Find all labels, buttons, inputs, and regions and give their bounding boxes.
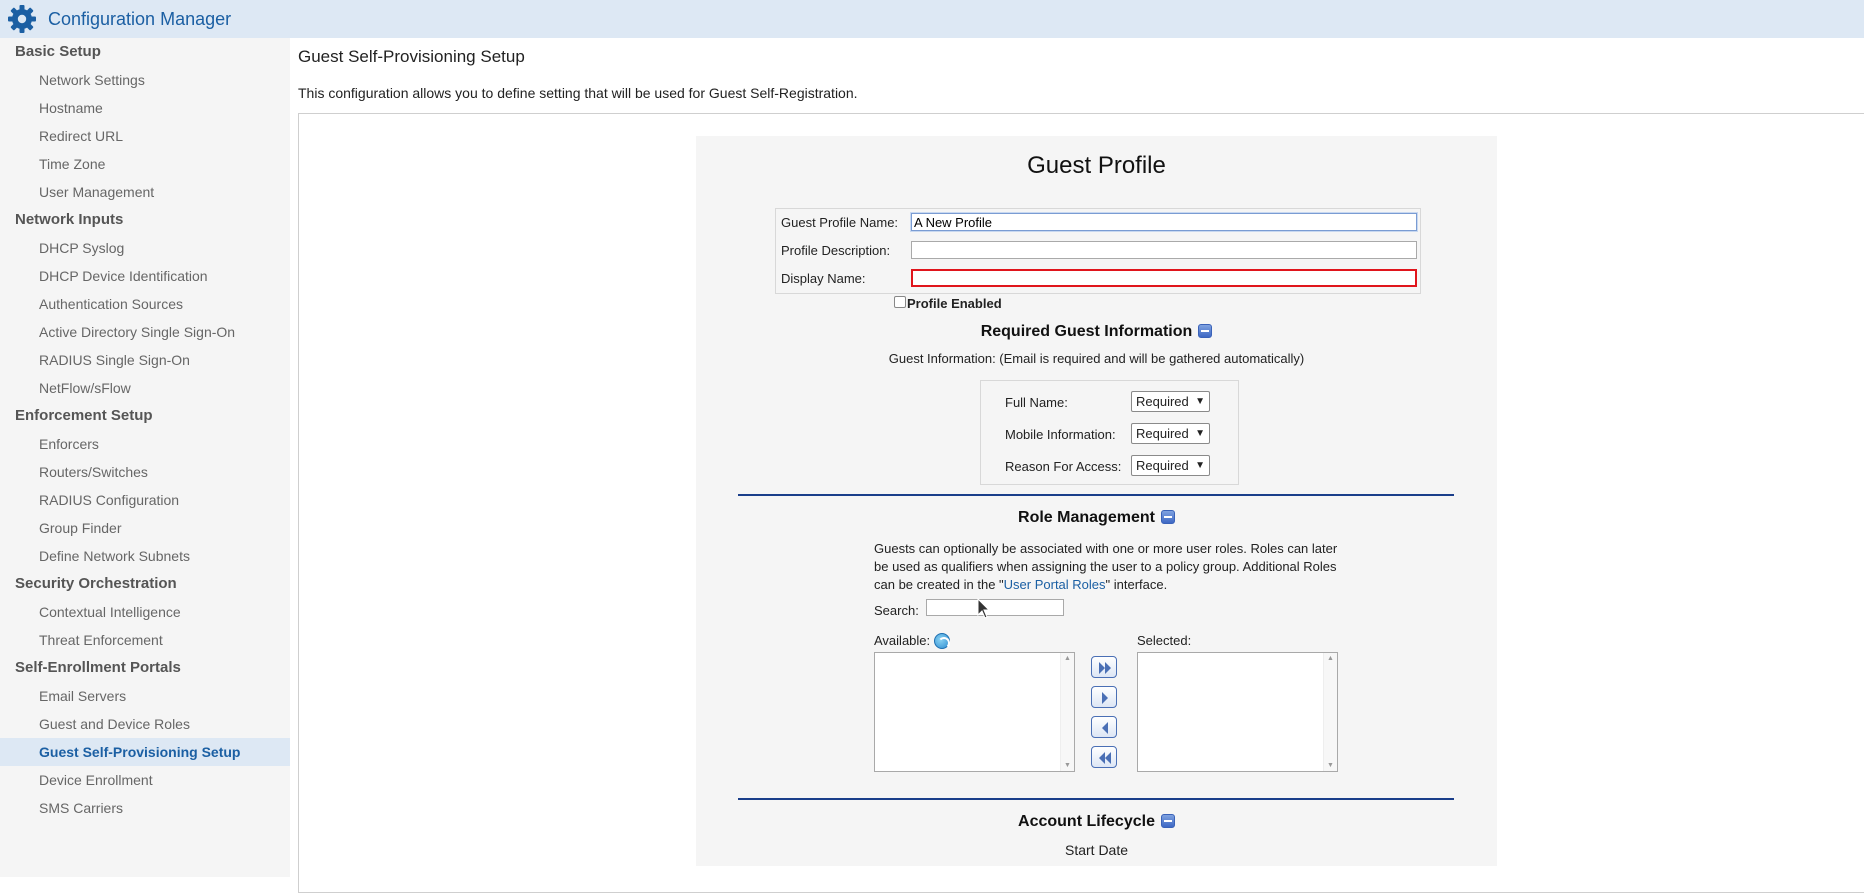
refresh-icon[interactable] <box>934 632 951 649</box>
role-search-input[interactable] <box>926 599 1064 616</box>
collapse-account-lifecycle-icon[interactable] <box>1160 813 1175 828</box>
profile-enabled-label: Profile Enabled <box>907 296 1002 311</box>
sidebar-item-email-servers[interactable]: Email Servers <box>0 682 290 710</box>
sidebar-item-network-settings[interactable]: Network Settings <box>0 66 290 94</box>
available-roles-list[interactable]: ▲ ▼ <box>874 652 1075 772</box>
guest-info-fields: Full Name: Required ▼ Mobile Information:… <box>980 380 1239 485</box>
account-lifecycle-heading: Account Lifecycle <box>696 813 1497 831</box>
mobile-information-label: Mobile Information: <box>1005 427 1116 442</box>
guest-info-heading-text: Required Guest Information <box>980 323 1193 340</box>
scrollbar[interactable]: ▲ ▼ <box>1060 653 1074 771</box>
chevron-down-icon: ▼ <box>1195 460 1205 471</box>
reason-for-access-select[interactable]: Required ▼ <box>1131 455 1210 476</box>
scroll-up-icon[interactable]: ▲ <box>1064 655 1071 662</box>
mouse-cursor-icon <box>977 598 991 619</box>
profile-enabled-checkbox[interactable] <box>894 295 906 308</box>
collapse-guest-info-icon[interactable] <box>1198 323 1213 338</box>
sidebar-item-device-enrollment[interactable]: Device Enrollment <box>0 766 290 794</box>
arrow-right-icon <box>1102 692 1108 704</box>
sidebar-item-guest-self-provisioning-setup[interactable]: Guest Self-Provisioning Setup <box>0 738 290 766</box>
sidebar-item-dhcp-syslog[interactable]: DHCP Syslog <box>0 234 290 262</box>
available-roles-label: Available: <box>874 632 951 650</box>
sidebar-item-enforcers[interactable]: Enforcers <box>0 430 290 458</box>
app-title: Configuration Manager <box>48 8 232 29</box>
full-name-select[interactable]: Required ▼ <box>1131 391 1210 412</box>
selected-roles-list[interactable]: ▲ ▼ <box>1137 652 1338 772</box>
sidebar-section-enforcement-setup: Enforcement Setup <box>15 407 153 424</box>
double-arrow-left-icon <box>1099 752 1111 764</box>
display-name-label: Display Name: <box>781 271 866 286</box>
move-right-button[interactable] <box>1091 686 1117 708</box>
reason-for-access-select-value: Required <box>1136 458 1189 473</box>
user-portal-roles-link[interactable]: User Portal Roles <box>1004 577 1106 592</box>
sidebar-item-radius-single-sign-on[interactable]: RADIUS Single Sign-On <box>0 346 290 374</box>
role-search-label: Search: <box>874 603 919 618</box>
sidebar-item-netflow-sflow[interactable]: NetFlow/sFlow <box>0 374 290 402</box>
sidebar-item-dhcp-device-identification[interactable]: DHCP Device Identification <box>0 262 290 290</box>
header-bar: Configuration Manager <box>0 0 1864 38</box>
profile-description-input[interactable] <box>911 241 1417 259</box>
scroll-down-icon[interactable]: ▼ <box>1327 762 1334 769</box>
sidebar-section-basic-setup: Basic Setup <box>15 43 101 60</box>
available-roles-label-text: Available: <box>874 633 931 648</box>
chevron-down-icon: ▼ <box>1195 428 1205 439</box>
scroll-up-icon[interactable]: ▲ <box>1327 655 1334 662</box>
guest-info-heading: Required Guest Information <box>696 323 1497 341</box>
guest-profile-panel: Guest Profile Guest Profile Name: Profil… <box>696 136 1497 866</box>
sidebar-item-threat-enforcement[interactable]: Threat Enforcement <box>0 626 290 654</box>
double-arrow-right-icon <box>1099 662 1111 674</box>
selected-roles-label: Selected: <box>1137 633 1192 648</box>
move-all-right-button[interactable] <box>1091 656 1117 678</box>
sidebar-item-define-network-subnets[interactable]: Define Network Subnets <box>0 542 290 570</box>
mobile-information-select[interactable]: Required ▼ <box>1131 423 1210 444</box>
sidebar-item-hostname[interactable]: Hostname <box>0 94 290 122</box>
role-management-description: Guests can optionally be associated with… <box>874 540 1344 594</box>
sidebar-section-network-inputs: Network Inputs <box>15 211 124 228</box>
sidebar-item-guest-and-device-roles[interactable]: Guest and Device Roles <box>0 710 290 738</box>
role-text-after: " interface. <box>1105 577 1168 592</box>
chevron-down-icon: ▼ <box>1195 396 1205 407</box>
profile-name-input[interactable] <box>911 213 1417 231</box>
scroll-down-icon[interactable]: ▼ <box>1064 762 1071 769</box>
sidebar-item-radius-configuration[interactable]: RADIUS Configuration <box>0 486 290 514</box>
sidebar-item-user-management[interactable]: User Management <box>0 178 290 206</box>
mobile-information-select-value: Required <box>1136 426 1189 441</box>
profile-description-label: Profile Description: <box>781 243 891 258</box>
guest-info-note: Guest Information: (Email is required an… <box>888 351 1305 366</box>
section-divider <box>738 798 1454 800</box>
sidebar-item-time-zone[interactable]: Time Zone <box>0 150 290 178</box>
gear-icon[interactable] <box>7 4 37 34</box>
full-name-label: Full Name: <box>1005 395 1068 410</box>
profile-enabled-row[interactable]: Profile Enabled <box>894 295 1002 311</box>
arrow-left-icon <box>1102 722 1108 734</box>
role-management-heading-text: Role Management <box>1018 509 1155 526</box>
sidebar-item-routers-switches[interactable]: Routers/Switches <box>0 458 290 486</box>
move-all-left-button[interactable] <box>1091 746 1117 768</box>
profile-form: Guest Profile Name: Profile Description:… <box>775 208 1421 294</box>
collapse-role-management-icon[interactable] <box>1160 509 1175 524</box>
page-title: Guest Self-Provisioning Setup <box>298 47 525 66</box>
sidebar-item-authentication-sources[interactable]: Authentication Sources <box>0 290 290 318</box>
start-date-label: Start Date <box>1064 842 1129 858</box>
sidebar-section-self-enrollment-portals: Self-Enrollment Portals <box>15 659 181 676</box>
sidebar-item-contextual-intelligence[interactable]: Contextual Intelligence <box>0 598 290 626</box>
reason-for-access-label: Reason For Access: <box>1005 459 1122 474</box>
sidebar-item-redirect-url[interactable]: Redirect URL <box>0 122 290 150</box>
sidebar: Basic Setup Network Settings Hostname Redir… <box>0 38 290 877</box>
move-left-button[interactable] <box>1091 716 1117 738</box>
scrollbar[interactable]: ▲ ▼ <box>1323 653 1337 771</box>
sidebar-item-active-directory-single-sign-on[interactable]: Active Directory Single Sign-On <box>0 318 290 346</box>
sidebar-section-security-orchestration: Security Orchestration <box>15 575 177 592</box>
profile-name-label: Guest Profile Name: <box>781 215 899 230</box>
display-name-input[interactable] <box>911 269 1417 287</box>
sidebar-item-group-finder[interactable]: Group Finder <box>0 514 290 542</box>
sidebar-item-sms-carriers[interactable]: SMS Carriers <box>0 794 290 822</box>
section-divider <box>738 494 1454 496</box>
page-intro: This configuration allows you to define … <box>298 85 858 101</box>
guest-profile-heading: Guest Profile <box>1027 152 1166 179</box>
account-lifecycle-heading-text: Account Lifecycle <box>1018 813 1155 830</box>
full-name-select-value: Required <box>1136 394 1189 409</box>
role-management-heading: Role Management <box>696 509 1497 527</box>
